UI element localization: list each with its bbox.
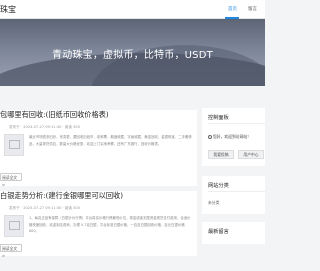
widget-title: 最新留言 — [208, 229, 229, 235]
recent-messages-widget: 最新留言 — [202, 222, 265, 244]
top-nav-bar: 珠宝 首页 留言 — [0, 0, 265, 19]
nav-message-link[interactable]: 留言 — [248, 6, 257, 12]
post-excerpt: 最近市场很多旧钞，来变更，要回收旧纸币，老邮票，烟酒收藏，字画收藏，黄金回收，金… — [29, 135, 192, 146]
widget-divider — [208, 123, 265, 124]
post-title[interactable]: 白银走势分析:(建行金银哪里可以回收) — [0, 191, 123, 201]
post-excerpt: 1、每克正品有保障（白银计价行情）平台真实价格行情最低价位，现金或者无限资金现货… — [29, 216, 191, 234]
category-link[interactable]: 未分类 — [208, 200, 219, 206]
welcome-label: 您好，欢迎到访网站！ — [213, 134, 251, 139]
submit-post-button[interactable]: 我要投稿 — [208, 150, 234, 159]
banner-text: 青动珠宝，虚拟币，比特币，USDT — [52, 50, 213, 61]
post-thumbnail[interactable] — [4, 215, 24, 237]
widget-title: 网站分类 — [208, 183, 229, 189]
hero-banner: 青动珠宝，虚拟币，比特币，USDT — [0, 19, 265, 86]
widget-divider — [208, 191, 265, 192]
post-meta: 发布于 · 2024-07-27 09:11:30 · 阅读 300 — [9, 125, 80, 129]
categories-widget: 网站分类 未分类 — [202, 176, 265, 214]
welcome-text: 您好，欢迎到访网站！ — [208, 134, 251, 140]
read-more-button[interactable]: 阅读全文 > — [0, 244, 22, 258]
post-title[interactable]: 包哪里有回收:(旧纸币回收价格表) — [0, 110, 109, 120]
post-thumbnail[interactable] — [4, 134, 24, 156]
image-placeholder-icon — [9, 140, 20, 149]
post-card: 白银走势分析:(建行金银哪里可以回收) 发布于 · 2024-07-27 09:… — [0, 191, 197, 258]
control-panel-widget: 控制面板 您好，欢迎到访网站！ 我要投稿 用户中心 — [202, 108, 265, 166]
read-more-button[interactable]: 阅读全文 > — [0, 173, 22, 187]
user-center-button[interactable]: 用户中心 — [238, 150, 264, 159]
site-title[interactable]: 珠宝 — [0, 4, 16, 15]
post-meta: 发布于 · 2024-07-27 09:11:30 · 阅读 300 — [9, 206, 80, 210]
post-card: 包哪里有回收:(旧纸币回收价格表) 发布于 · 2024-07-27 09:11… — [0, 110, 197, 187]
nav-home-link[interactable]: 首页 — [228, 6, 237, 12]
user-icon — [208, 134, 212, 139]
widget-title: 控制面板 — [208, 115, 229, 121]
image-placeholder-icon — [9, 221, 20, 230]
